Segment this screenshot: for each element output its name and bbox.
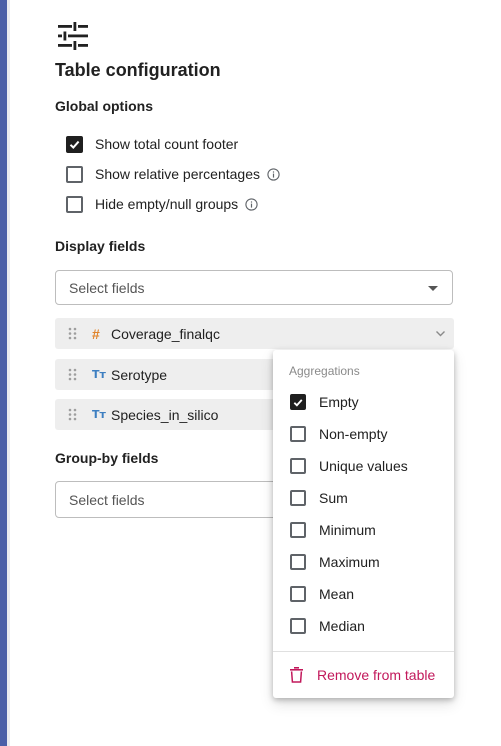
select-placeholder: Select fields — [69, 279, 145, 296]
menu-item-mean[interactable]: Mean — [290, 582, 354, 606]
left-edge-strip — [0, 0, 7, 746]
display-fields-heading: Display fields — [55, 238, 146, 254]
menu-item-label: Non-empty — [319, 426, 388, 442]
field-name: Serotype — [111, 366, 168, 383]
page-title: Table configuration — [55, 60, 221, 80]
field-name: Coverage_finalqc — [111, 325, 220, 342]
global-options-heading: Global options — [55, 98, 153, 114]
display-fields-select[interactable]: Select fields — [55, 270, 453, 305]
trash-icon — [290, 667, 303, 683]
tune-icon — [58, 22, 88, 50]
checkbox-unchecked[interactable] — [290, 490, 306, 506]
menu-item-label: Mean — [319, 586, 355, 602]
checkbox-unchecked[interactable] — [290, 586, 306, 602]
menu-item-label: Unique values — [319, 458, 408, 474]
field-name: Species_in_silico — [111, 406, 219, 423]
option-hide-empty-null-groups[interactable]: Hide empty/null groups — [66, 192, 258, 216]
chevron-down-icon[interactable] — [435, 328, 446, 339]
menu-item-label: Empty — [319, 394, 359, 410]
text-type-icon: Tт — [92, 408, 106, 421]
menu-item-sum[interactable]: Sum — [290, 486, 348, 510]
menu-item-label: Median — [319, 618, 365, 634]
option-label: Show relative percentages — [95, 166, 260, 182]
select-placeholder: Select fields — [69, 491, 145, 508]
option-show-total-count-footer[interactable]: Show total count footer — [66, 132, 238, 156]
checkbox-unchecked[interactable] — [66, 195, 83, 213]
checkbox-checked[interactable] — [66, 135, 83, 153]
drag-handle-icon[interactable] — [68, 327, 77, 340]
info-icon[interactable] — [245, 197, 258, 211]
menu-item-label: Sum — [319, 490, 348, 506]
info-icon[interactable] — [267, 167, 280, 181]
option-show-relative-percentages[interactable]: Show relative percentages — [66, 162, 280, 186]
dropdown-caret-icon — [428, 286, 438, 291]
checkbox-unchecked[interactable] — [290, 522, 306, 538]
option-label: Hide empty/null groups — [95, 196, 239, 212]
checkbox-checked[interactable] — [290, 394, 306, 410]
number-type-icon: # — [92, 325, 100, 342]
checkbox-unchecked[interactable] — [66, 165, 83, 183]
remove-label: Remove from table — [317, 667, 436, 683]
menu-item-non-empty[interactable]: Non-empty — [290, 422, 387, 446]
menu-item-maximum[interactable]: Maximum — [290, 550, 380, 574]
field-chip-coverage-finalqc[interactable]: # Coverage_finalqc — [55, 318, 454, 349]
menu-item-empty[interactable]: Empty — [290, 390, 359, 414]
drag-handle-icon[interactable] — [68, 368, 77, 381]
checkbox-unchecked[interactable] — [290, 554, 306, 570]
menu-item-label: Minimum — [319, 522, 376, 538]
panel-gutter — [7, 0, 10, 746]
menu-item-median[interactable]: Median — [290, 614, 365, 638]
option-label: Show total count footer — [95, 136, 239, 152]
menu-item-minimum[interactable]: Minimum — [290, 518, 376, 542]
group-by-heading: Group-by fields — [55, 450, 159, 466]
checkbox-unchecked[interactable] — [290, 426, 306, 442]
drag-handle-icon[interactable] — [68, 408, 77, 421]
checkbox-unchecked[interactable] — [290, 458, 306, 474]
text-type-icon: Tт — [92, 368, 106, 381]
menu-item-label: Maximum — [319, 554, 380, 570]
checkbox-unchecked[interactable] — [290, 618, 306, 634]
remove-from-table-button[interactable]: Remove from table — [290, 664, 435, 686]
menu-divider — [273, 651, 454, 652]
menu-item-unique-values[interactable]: Unique values — [290, 454, 408, 478]
menu-header: Aggregations — [289, 364, 360, 378]
aggregations-menu: Aggregations Empty Non-empty Unique valu… — [273, 350, 454, 698]
